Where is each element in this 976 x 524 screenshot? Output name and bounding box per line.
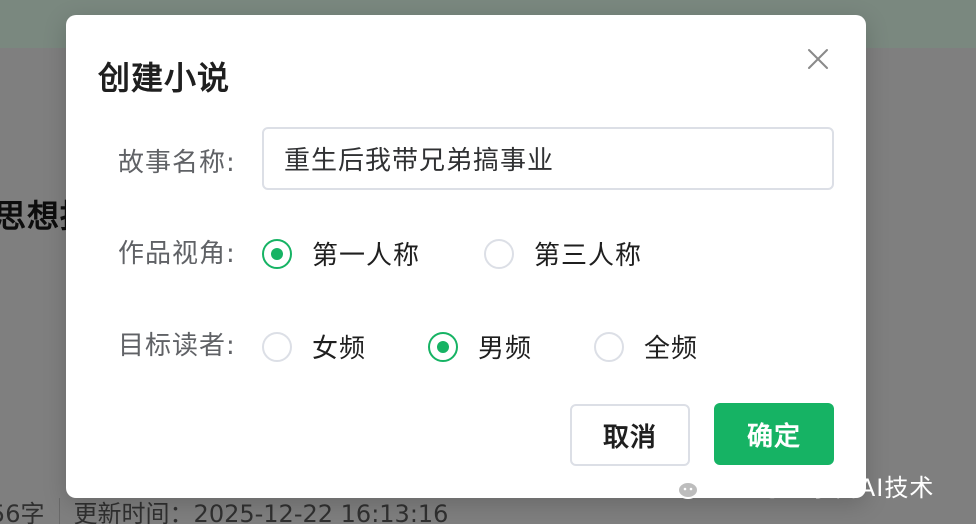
radio-first-person-label: 第一人称	[312, 241, 421, 271]
cancel-button[interactable]: 取消	[570, 404, 690, 466]
wechat-icon	[667, 472, 699, 499]
background-updated-time: 更新时间：2025-12-22 16:13:16	[73, 500, 449, 524]
radio-female[interactable]: 女频	[262, 328, 366, 365]
background-word-count: 56字	[0, 500, 45, 524]
radio-third-person-circle	[484, 238, 514, 269]
radio-all[interactable]: 全频	[594, 328, 698, 365]
radio-female-circle	[262, 331, 292, 362]
story-name-label: 故事名称:	[118, 148, 236, 178]
radio-female-label: 女频	[312, 334, 367, 364]
radio-male[interactable]: 男频	[428, 328, 532, 365]
close-button[interactable]	[804, 45, 832, 73]
confirm-button[interactable]: 确定	[714, 403, 834, 465]
radio-all-circle	[594, 331, 624, 362]
radio-first-person[interactable]: 第一人称	[262, 235, 420, 272]
close-icon	[808, 49, 828, 69]
dialog-title: 创建小说	[98, 59, 231, 97]
background-footer: 56字 更新时间：2025-12-22 16:13:16	[0, 494, 448, 524]
footer-divider	[58, 497, 60, 524]
radio-all-label: 全频	[644, 334, 699, 364]
radio-first-person-circle	[262, 238, 292, 269]
radio-male-circle	[428, 331, 458, 362]
story-name-input[interactable]	[262, 127, 834, 190]
audience-label: 目标读者:	[118, 331, 236, 361]
radio-third-person-label: 第三人称	[534, 241, 643, 271]
create-novel-dialog: 创建小说 故事名称: 作品视角: 第一人称 第三人称 目标读者: 女频 男频 全…	[66, 15, 866, 498]
radio-male-label: 男频	[478, 334, 533, 364]
watermark: 公众号 · 小白AI技术	[666, 468, 934, 503]
radio-third-person[interactable]: 第三人称	[484, 235, 642, 272]
watermark-text: 公众号 · 小白AI技术	[708, 474, 935, 502]
perspective-label: 作品视角:	[118, 239, 236, 269]
